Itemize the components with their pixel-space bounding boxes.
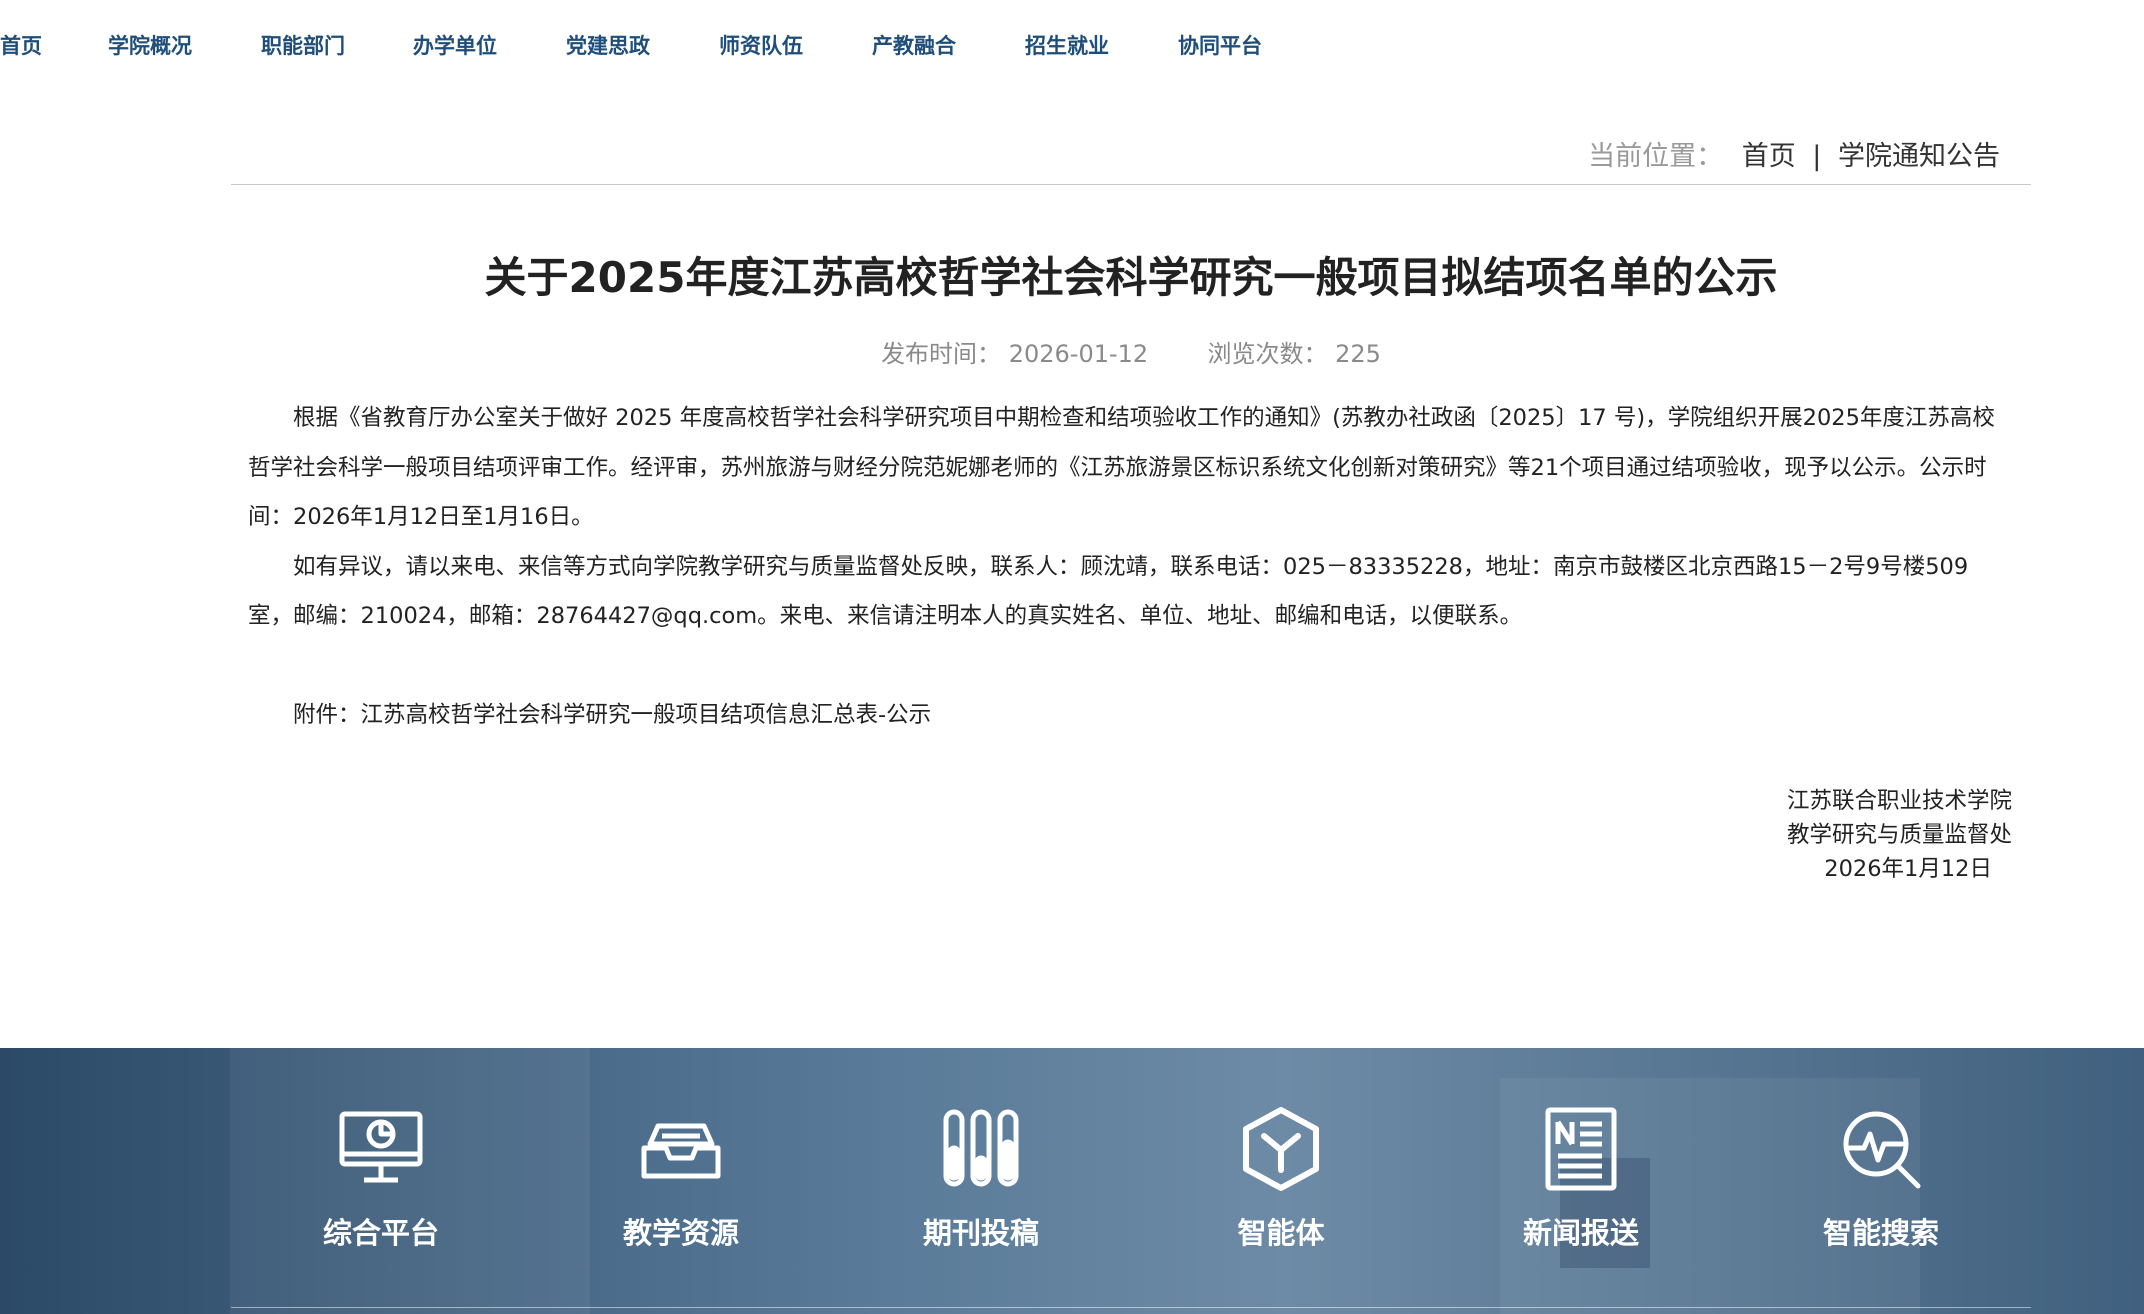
- signature-org: 江苏联合职业技术学院: [1786, 788, 2012, 814]
- signature-dept: 教学研究与质量监督处: [1786, 822, 2012, 848]
- article-paragraph: 根据《省教育厅办公室关于做好 2025 年度高校哲学社会科学研究项目中期检查和结…: [248, 405, 1995, 530]
- search-pulse-icon: [1836, 1104, 1926, 1194]
- nav-item-units[interactable]: 办学单位: [413, 30, 497, 60]
- nav-item-about[interactable]: 学院概况: [108, 30, 192, 60]
- quicklink-label: 智能体: [1237, 1216, 1325, 1250]
- quicklink-integrated-platform[interactable]: 综合平台: [291, 1104, 471, 1252]
- quicklink-label: 综合平台: [322, 1216, 439, 1250]
- breadcrumb-label: 当前位置：: [1588, 141, 1724, 172]
- footer-divider: [231, 1307, 2031, 1308]
- quicklink-teaching-resources[interactable]: 教学资源: [591, 1104, 771, 1252]
- signature-block: 江苏联合职业技术学院 教学研究与质量监督处 2026年1月12日: [1787, 784, 2012, 886]
- article-body: 根据《省教育厅办公室关于做好 2025 年度高校哲学社会科学研究项目中期检查和结…: [248, 394, 2008, 741]
- breadcrumb-home-link[interactable]: 首页: [1742, 141, 1796, 172]
- inbox-tray-icon: [636, 1104, 726, 1194]
- article-paragraph: 如有异议，请以来电、来信等方式向学院教学研究与质量监督处反映，联系人：顾沈靖，联…: [248, 553, 1969, 630]
- article-title: 关于2025年度江苏高校哲学社会科学研究一般项目拟结项名单的公示: [484, 253, 1778, 302]
- quicklink-news-submission[interactable]: 新闻报送: [1491, 1104, 1671, 1252]
- attachment-line: 附件：江苏高校哲学社会科学研究一般项目结项信息汇总表-公示: [248, 691, 2008, 741]
- test-tubes-icon: [936, 1104, 1026, 1194]
- footer-quicklinks: 综合平台 教学资源 期刊投稿 智能体 新闻报送 智能搜索: [0, 1048, 2144, 1314]
- quicklink-label: 智能搜索: [1822, 1216, 1939, 1250]
- nav-item-platform[interactable]: 协同平台: [1178, 30, 1262, 60]
- nav-item-admissions[interactable]: 招生就业: [1025, 30, 1109, 60]
- nav-item-party[interactable]: 党建思政: [566, 30, 650, 60]
- nav-item-departments[interactable]: 职能部门: [261, 30, 345, 60]
- top-navigation: 首页 学院概况 职能部门 办学单位 党建思政 师资队伍 产教融合 招生就业 协同…: [0, 0, 2144, 92]
- publish-label: 发布时间：: [881, 340, 1002, 368]
- quicklink-label: 教学资源: [622, 1216, 739, 1250]
- quicklink-agent[interactable]: 智能体: [1191, 1104, 1371, 1252]
- quicklink-label: 新闻报送: [1522, 1216, 1639, 1250]
- nav-item-industry[interactable]: 产教融合: [872, 30, 956, 60]
- breadcrumb-divider: [231, 184, 2031, 185]
- article-meta: 发布时间： 2026-01-12 浏览次数： 225: [231, 334, 2031, 369]
- quicklink-label: 期刊投稿: [922, 1216, 1039, 1250]
- nav-item-faculty[interactable]: 师资队伍: [719, 30, 803, 60]
- newspaper-icon: [1536, 1104, 1626, 1194]
- hexagon-y-icon: [1236, 1104, 1326, 1194]
- views-count: 225: [1335, 340, 1381, 368]
- monitor-chart-icon: [336, 1104, 426, 1194]
- breadcrumb: 当前位置： 首页 | 学院通知公告: [1588, 134, 2000, 173]
- views-label: 浏览次数：: [1207, 340, 1328, 368]
- publish-date: 2026-01-12: [1008, 340, 1149, 368]
- signature-date: 2026年1月12日: [1824, 856, 1992, 882]
- breadcrumb-separator: |: [1812, 141, 1822, 172]
- attachment-label: 附件：: [293, 702, 361, 728]
- attachment-link[interactable]: 江苏高校哲学社会科学研究一般项目结项信息汇总表-公示: [361, 702, 932, 728]
- quicklink-journal-submission[interactable]: 期刊投稿: [891, 1104, 1071, 1252]
- breadcrumb-current-link[interactable]: 学院通知公告: [1838, 141, 2000, 172]
- quicklink-smart-search[interactable]: 智能搜索: [1791, 1104, 1971, 1252]
- nav-item-home[interactable]: 首页: [0, 30, 42, 60]
